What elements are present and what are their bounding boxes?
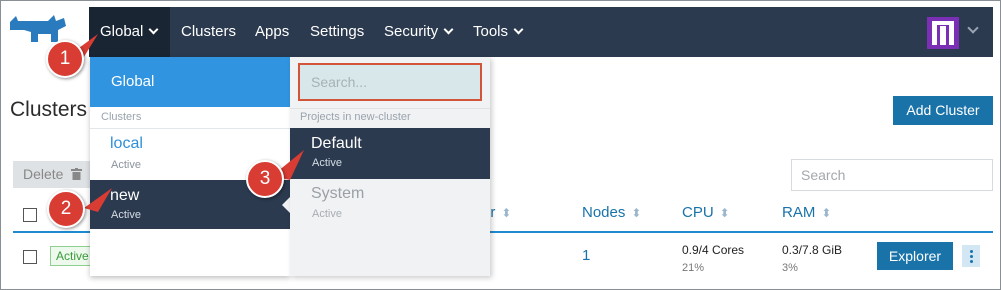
status-badge: Active: [50, 246, 92, 266]
trash-icon: [71, 168, 83, 180]
submenu-pointer-arrow: [282, 197, 290, 213]
cpu-value: 0.9/4 Cores: [682, 243, 745, 257]
cluster-name: local: [110, 135, 143, 152]
column-header-cpu[interactable]: CPU ⬍: [682, 204, 730, 221]
nodes-header-label: Nodes: [582, 204, 626, 221]
cpu-percent: 21%: [682, 262, 705, 274]
ram-header-label: RAM: [782, 204, 816, 221]
select-all-checkbox[interactable]: [23, 208, 37, 222]
project-name: System: [311, 185, 365, 202]
nav-global-label: Global: [100, 23, 144, 40]
ram-percent: 3%: [782, 262, 798, 274]
user-menu-chevron-icon[interactable]: [967, 22, 979, 34]
cluster-status: Active: [111, 209, 141, 221]
cluster-search-input[interactable]: Search: [791, 159, 993, 191]
cluster-status: Active: [111, 159, 141, 171]
dropdown-project-system[interactable]: System Active: [290, 179, 490, 229]
nav-clusters[interactable]: Clusters: [181, 7, 236, 57]
nav-tools-menu[interactable]: Tools: [473, 7, 524, 57]
nav-apps[interactable]: Apps: [255, 7, 289, 57]
dropdown-project-default[interactable]: Default Active: [290, 128, 490, 179]
nav-security-label: Security: [384, 23, 439, 40]
sort-arrows-icon: ⬍: [631, 206, 642, 220]
project-status: Active: [312, 208, 342, 220]
page-title: Clusters: [10, 98, 88, 121]
nav-tools-label: Tools: [473, 23, 509, 40]
chevron-down-icon: [443, 24, 454, 35]
nav-security-menu[interactable]: Security: [384, 7, 454, 57]
dropdown-global-item[interactable]: Global: [90, 57, 290, 107]
chevron-down-icon: [148, 24, 159, 35]
cluster-name: new: [110, 187, 140, 204]
explorer-button[interactable]: Explorer: [877, 242, 953, 270]
kebab-menu-icon[interactable]: [962, 245, 980, 267]
dropdown-search-input[interactable]: Search...: [298, 63, 482, 101]
callout-marker-3: 3: [246, 160, 284, 198]
sort-arrows-icon: ⬍: [501, 206, 512, 220]
column-header-nodes[interactable]: Nodes ⬍: [582, 204, 641, 221]
row-checkbox[interactable]: [23, 250, 37, 264]
nav-settings[interactable]: Settings: [310, 7, 364, 57]
callout-marker-1: 1: [46, 40, 84, 78]
user-avatar-icon[interactable]: [927, 17, 959, 49]
project-status: Active: [312, 157, 342, 169]
delete-label: Delete: [23, 166, 64, 182]
nav-global-menu[interactable]: Global: [89, 7, 170, 57]
divider: [290, 108, 490, 109]
cpu-header-label: CPU: [682, 204, 714, 221]
project-name: Default: [311, 135, 362, 152]
global-dropdown-projects-panel: Search... Projects in new-cluster Defaul…: [290, 57, 490, 276]
top-navbar: Global Clusters Apps Settings Security T…: [89, 7, 993, 57]
nodes-count-link[interactable]: 1: [582, 247, 590, 264]
clusters-section-label: Clusters: [101, 111, 142, 123]
sort-arrows-icon: ⬍: [821, 206, 832, 220]
add-cluster-button[interactable]: Add Cluster: [893, 96, 993, 125]
callout-marker-2: 2: [47, 190, 85, 228]
sort-arrows-icon: ⬍: [719, 206, 730, 220]
column-header-ram[interactable]: RAM ⬍: [782, 204, 831, 221]
chevron-down-icon: [513, 24, 524, 35]
projects-section-label: Projects in new-cluster: [300, 111, 411, 123]
ram-value: 0.3/7.8 GiB: [782, 243, 843, 257]
